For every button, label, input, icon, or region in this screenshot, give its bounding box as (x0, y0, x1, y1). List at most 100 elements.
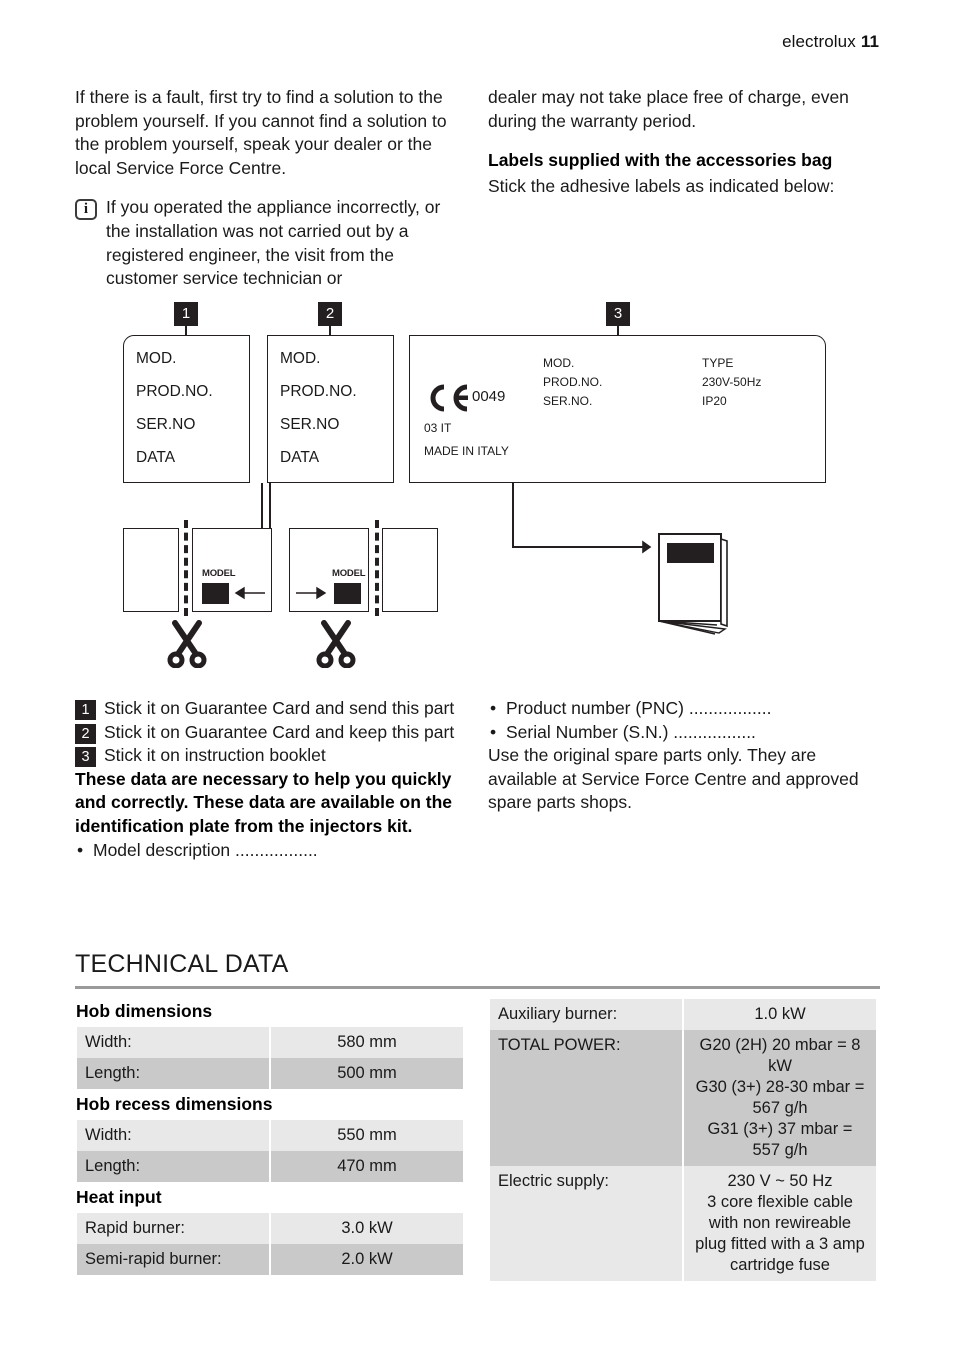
plate1-line-2: PROD.NO. (136, 383, 213, 400)
cell-key: Length: (77, 1151, 269, 1182)
cell-key: Width: (77, 1027, 269, 1058)
ce-code-line: 03 IT (424, 421, 452, 435)
left-column: If there is a fault, first try to find a… (75, 86, 467, 291)
guarantee-card-1-right: MODEL (192, 528, 272, 612)
cell-value: 1.0 kW (684, 999, 876, 1030)
brand-name: electrolux (782, 32, 856, 51)
connector-plate3-h (512, 546, 646, 548)
cell-value: 470 mm (271, 1151, 463, 1182)
spare-parts-section: Product number (PNC) ................. S… (488, 697, 880, 831)
plate3-col1-line-1: MOD. (543, 356, 575, 370)
table-row: Semi-rapid burner: 2.0 kW (77, 1244, 463, 1275)
step-text-3: Stick it on instruction booklet (104, 745, 326, 766)
intro-paragraph: If there is a fault, first try to find a… (75, 87, 447, 178)
right-bullet-list: Product number (PNC) ................. S… (488, 697, 880, 744)
booklet-icon (645, 529, 735, 644)
plate2-line-4: DATA (280, 449, 320, 466)
plate2-line-1: MOD. (280, 350, 321, 367)
section-heading-heat-input: Heat input (76, 1187, 162, 1207)
plate1-line-3: SER.NO (136, 416, 196, 433)
table-row: Length: 470 mm (77, 1151, 463, 1182)
bullet-serial-number: Serial Number (S.N.) ................. (488, 721, 880, 745)
cut-line-1 (184, 520, 188, 616)
cell-value: 580 mm (271, 1027, 463, 1058)
model-tag-2: MODEL (332, 568, 366, 579)
diagram-badge-3: 3 (606, 302, 630, 326)
cell-value: 2.0 kW (271, 1244, 463, 1275)
step-text-2: Stick it on Guarantee Card and keep this… (104, 721, 455, 742)
arrow-right-icon-2 (296, 586, 328, 605)
technical-data-rule (75, 986, 880, 989)
diagram-badge-1: 1 (174, 302, 198, 326)
document-page: electrolux 11 If there is a fault, first … (0, 0, 954, 1352)
table-row: Electric supply: 230 V ~ 50 Hz 3 core fl… (490, 1166, 876, 1281)
labels-diagram: 1 2 3 MOD. PROD.NO. SER.NO DATA MOD. PRO… (75, 296, 880, 686)
cut-line-2 (375, 520, 379, 616)
guarantee-card-2-right (382, 528, 438, 612)
label-plate-2: MOD. PROD.NO. SER.NO DATA (267, 335, 394, 483)
page-number: 11 (860, 32, 879, 51)
steps-list: 1 Stick it on Guarantee Card and send th… (75, 697, 467, 768)
plate3-col1-line-2: PROD.NO. (543, 375, 603, 389)
technical-data-right: Auxiliary burner: 1.0 kW TOTAL POWER: G2… (488, 999, 878, 1281)
table-row: Width: 550 mm (77, 1120, 463, 1151)
section-heading-hob-dimensions: Hob dimensions (76, 1001, 213, 1021)
continuation-paragraph: dealer may not take place free of charge… (488, 87, 849, 131)
plate2-line-2: PROD.NO. (280, 383, 357, 400)
technical-data-left: Hob dimensions Width: 580 mm Length: 500… (75, 996, 465, 1275)
guarantee-card-1-left (123, 528, 179, 612)
table-row: Length: 500 mm (77, 1058, 463, 1089)
right-column: dealer may not take place free of charge… (488, 86, 880, 198)
plate3-col2-line-3: IP20 (702, 394, 727, 408)
plate1-line-1: MOD. (136, 350, 177, 367)
labels-instruction: Stick the adhesive labels as indicated b… (488, 175, 835, 196)
ce-mark-icon (424, 384, 470, 417)
step-text-1: Stick it on Guarantee Card and send this… (104, 698, 455, 718)
cell-value: 230 V ~ 50 Hz 3 core flexible cable with… (684, 1166, 876, 1281)
cell-key: Electric supply: (490, 1166, 682, 1281)
section-heading-hob-recess-dimensions: Hob recess dimensions (76, 1094, 273, 1114)
plate3-col2-line-2: 230V-50Hz (702, 375, 762, 389)
step-badge-2: 2 (75, 723, 96, 744)
step-item: 1 Stick it on Guarantee Card and send th… (75, 697, 467, 721)
label-chip-1 (202, 583, 229, 604)
table-row: TOTAL POWER: G20 (2H) 20 mbar = 8 kW G30… (490, 1030, 876, 1166)
note-text: If you operated the appliance incorrectl… (106, 197, 441, 289)
ce-number: 0049 (472, 388, 506, 405)
arrow-left-icon-1 (233, 586, 265, 605)
note-block: i If you operated the appliance incorrec… (75, 196, 467, 290)
plate1-line-4: DATA (136, 449, 176, 466)
scissors-icon-2 (312, 620, 360, 673)
plate2-line-3: SER.NO (280, 416, 340, 433)
cell-key: TOTAL POWER: (490, 1030, 682, 1166)
step-item: 2 Stick it on Guarantee Card and keep th… (75, 721, 467, 745)
cell-value: G20 (2H) 20 mbar = 8 kW G30 (3+) 28-30 m… (684, 1030, 876, 1166)
cell-key: Rapid burner: (77, 1213, 269, 1244)
ce-origin: MADE IN ITALY (424, 444, 509, 458)
label-chip-2 (334, 583, 361, 604)
scissors-icon-1 (163, 620, 211, 673)
step-badge-1: 1 (75, 700, 96, 720)
table-hob-dimensions: Width: 580 mm Length: 500 mm (75, 1027, 465, 1089)
step-badge-3: 3 (75, 747, 96, 768)
cell-key: Semi-rapid burner: (77, 1244, 269, 1275)
table-power-supply: Auxiliary burner: 1.0 kW TOTAL POWER: G2… (488, 999, 878, 1281)
model-tag-1: MODEL (202, 568, 236, 579)
table-row: Rapid burner: 3.0 kW (77, 1213, 463, 1244)
spare-parts-note: Use the original spare parts only. They … (488, 745, 859, 813)
plate3-col2-line-1: TYPE (702, 356, 734, 370)
step-item: 3 Stick it on instruction booklet (75, 744, 467, 768)
cell-value: 3.0 kW (271, 1213, 463, 1244)
steps-section: 1 Stick it on Guarantee Card and send th… (75, 697, 467, 862)
cell-value: 550 mm (271, 1120, 463, 1151)
left-bullet-list: Model description ................. (75, 839, 467, 863)
label-plate-1: MOD. PROD.NO. SER.NO DATA (123, 335, 250, 483)
cell-key: Width: (77, 1120, 269, 1151)
cell-key: Auxiliary burner: (490, 999, 682, 1030)
table-row: Width: 580 mm (77, 1027, 463, 1058)
label-plate-3: 0049 03 IT MADE IN ITALY MOD. PROD.NO. S… (409, 335, 826, 483)
table-hob-recess-dimensions: Width: 550 mm Length: 470 mm (75, 1120, 465, 1182)
guarantee-card-2-left: MODEL (289, 528, 369, 612)
steps-note: These data are necessary to help you qui… (75, 768, 453, 836)
cell-key: Length: (77, 1058, 269, 1089)
